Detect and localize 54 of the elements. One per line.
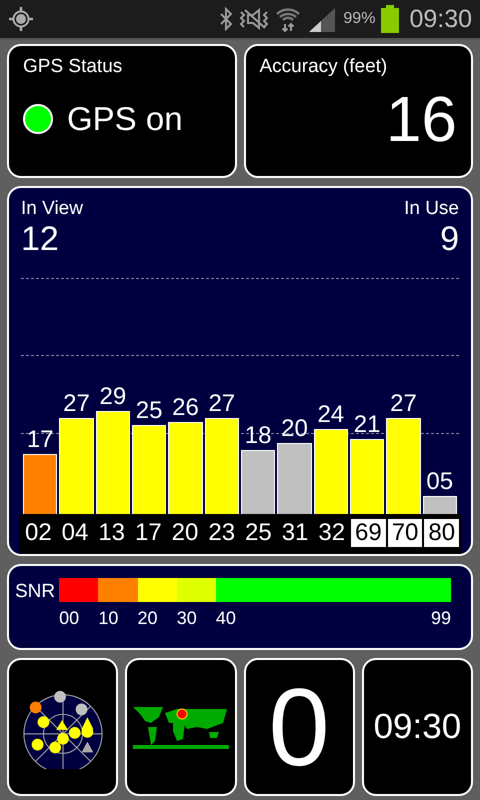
snr-value: 27 — [63, 390, 90, 418]
in-view-label: In View — [21, 198, 83, 220]
clock-tile[interactable]: 09:30 — [362, 658, 473, 796]
location-icon — [8, 6, 34, 32]
card-title: GPS Status — [23, 56, 124, 78]
in-use-label: In Use — [404, 198, 459, 220]
satellite-id: 04 — [60, 519, 90, 547]
snr-value: 18 — [244, 422, 272, 450]
snr-scale-label: 10 — [98, 608, 118, 629]
snr-value: 29 — [99, 383, 126, 412]
satellite-id: 69 — [351, 519, 386, 547]
counter-tile[interactable]: 0 — [244, 658, 355, 796]
snr-value: 05 — [426, 468, 454, 496]
status-time: 09:30 — [409, 4, 472, 34]
snr-value: 26 — [172, 394, 199, 422]
snr-label: SNR — [15, 581, 56, 604]
snr-value: 21 — [354, 411, 380, 440]
accuracy-value: 16 — [386, 82, 457, 156]
snr-value: 20 — [281, 415, 308, 443]
snr-value: 27 — [208, 390, 236, 418]
battery-icon — [381, 5, 400, 33]
snr-scale-label: 20 — [138, 608, 158, 629]
satellite-id: 23 — [207, 519, 236, 547]
signal-icon — [307, 6, 338, 32]
satellite-card[interactable]: In View 12 In Use 9 17 27 29 25 26 27 18 20 24 21 27 05 02 04 13 17 20 23 25 31 32 69 70 80 — [7, 186, 473, 556]
accuracy-card[interactable]: Accuracy (feet) 16 — [244, 44, 473, 178]
satellite-id: 32 — [317, 519, 346, 547]
mute-icon — [239, 8, 270, 30]
gps-status-text: GPS on — [67, 100, 183, 138]
satellite-id: 31 — [280, 519, 310, 547]
satellite-id: 25 — [244, 519, 273, 547]
gps-status-card[interactable]: GPS Status GPS on — [7, 44, 236, 178]
map-tile[interactable] — [125, 658, 236, 796]
snr-value: 27 — [390, 390, 417, 418]
in-view-count: 12 — [21, 220, 60, 259]
satellite-id: 80 — [424, 519, 460, 547]
satellite-id: 13 — [97, 519, 126, 547]
snr-scale-label: 00 — [59, 608, 80, 629]
snr-value: 25 — [136, 397, 162, 426]
wifi-icon — [275, 6, 302, 32]
satellite-id: 20 — [170, 519, 200, 547]
sky-plot-tile[interactable] — [7, 658, 118, 796]
satellite-id: 02 — [24, 519, 53, 547]
card-title: Accuracy (feet) — [260, 56, 388, 78]
snr-scale-label: 99 — [430, 608, 451, 629]
satellite-id: 70 — [388, 519, 422, 547]
battery-percent: 99% — [343, 10, 376, 28]
snr-scale-label: 40 — [216, 608, 236, 629]
snr-scale-label: 30 — [176, 608, 197, 629]
snr-value: 17 — [26, 426, 54, 454]
bluetooth-icon — [219, 7, 234, 31]
snr-value: 24 — [317, 400, 344, 429]
in-use-count: 9 — [440, 220, 459, 259]
satellite-id: 17 — [134, 519, 163, 547]
